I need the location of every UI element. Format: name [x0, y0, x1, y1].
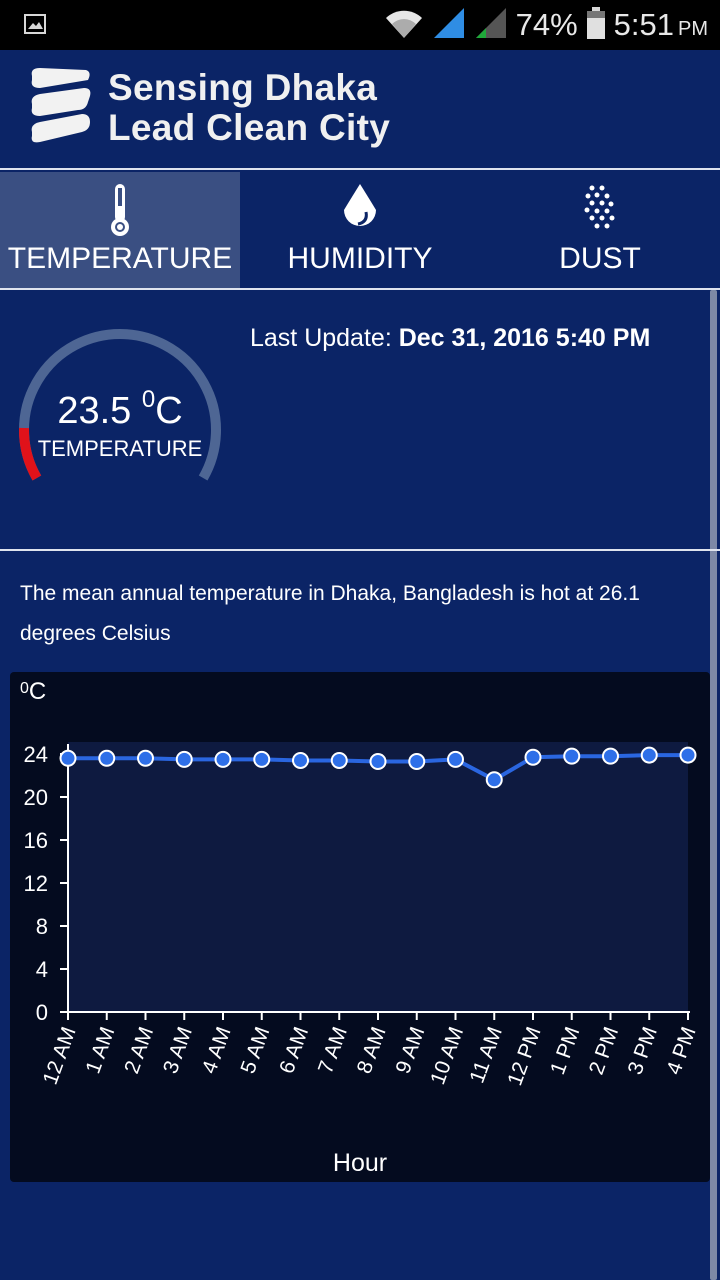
clock-time: 5:51 [613, 7, 674, 42]
x-tick-label: 2 PM [585, 1024, 623, 1078]
app-header: Sensing Dhaka Lead Clean City [0, 50, 720, 168]
x-tick-label: 4 PM [662, 1024, 700, 1078]
app-title: Sensing Dhaka Lead Clean City [108, 68, 390, 148]
tabs-divider [0, 288, 720, 290]
temperature-description: The mean annual temperature in Dhaka, Ba… [20, 582, 640, 645]
temperature-gauge: 23.5 0C TEMPERATURE [10, 320, 230, 510]
x-tick-label: 3 PM [624, 1024, 662, 1078]
tab-bar: TEMPERATURE HUMIDITY DUST [0, 170, 720, 290]
y-tick-label: 4 [36, 957, 48, 982]
tab-label: HUMIDITY [287, 242, 433, 275]
y-tick-label: 20 [24, 785, 48, 810]
last-update: Last Update: Dec 31, 2016 5:40 PM [250, 324, 650, 353]
x-tick-label: 5 AM [236, 1024, 274, 1077]
data-point [137, 749, 154, 767]
tab-label: DUST [559, 242, 641, 275]
x-tick-label: 7 AM [314, 1024, 352, 1077]
y-tick-label: 0 [36, 1000, 48, 1025]
y-tick-label: 8 [36, 914, 48, 939]
image-icon [24, 14, 46, 39]
y-unit-label: 0C [20, 678, 46, 705]
app-title-line1: Sensing Dhaka [108, 67, 378, 108]
x-tick-label: 10 AM [426, 1024, 468, 1088]
stripes-logo-icon [26, 66, 94, 159]
tab-humidity[interactable]: HUMIDITY [240, 172, 480, 288]
thermometer-icon [0, 182, 240, 238]
data-point [292, 751, 309, 769]
last-update-label: Last Update: [250, 324, 399, 352]
x-tick-label: 3 AM [159, 1024, 197, 1077]
x-tick-label: 9 AM [391, 1024, 429, 1077]
x-tick-label: 6 AM [275, 1024, 313, 1077]
data-point [253, 750, 271, 768]
scrollbar[interactable] [710, 290, 717, 1280]
section-divider [0, 549, 720, 551]
dust-icon [480, 182, 720, 232]
x-axis-label: Hour [333, 1149, 387, 1177]
x-tick-label: 1 PM [546, 1024, 584, 1078]
y-tick-label: 16 [24, 828, 48, 853]
data-point [330, 751, 348, 769]
data-point [602, 747, 619, 765]
y-tick-label: 24 [24, 742, 48, 767]
last-update-value: Dec 31, 2016 5:40 PM [398, 324, 651, 352]
data-point [524, 748, 542, 766]
data-point [369, 753, 387, 771]
data-point [485, 771, 503, 789]
x-tick-label: 4 AM [198, 1024, 236, 1077]
data-point [640, 746, 658, 764]
battery-icon [586, 6, 606, 45]
chart-svg: 0C 0 4 8 12 16 20 24 12 AM 1 AM 2 AM 3 AM 4 AM 5 AM 6 … [20, 678, 701, 1177]
x-tick-label: 12 AM [39, 1024, 81, 1088]
tab-label: TEMPERATURE [7, 242, 233, 275]
data-point [563, 747, 581, 765]
signal-icon [432, 6, 466, 45]
data-point [447, 750, 464, 768]
gauge-value: 23.5 0C [57, 386, 183, 432]
gauge-label: TEMPERATURE [37, 436, 203, 461]
signal-icon-2 [474, 6, 508, 45]
data-point [408, 753, 426, 771]
clock-ampm: PM [678, 17, 708, 40]
data-point [175, 750, 193, 768]
x-tick-label: 1 AM [81, 1024, 119, 1077]
app-title-line2: Lead Clean City [108, 107, 391, 148]
wifi-icon [384, 6, 424, 45]
x-tick-label: 8 AM [353, 1024, 391, 1077]
tab-temperature[interactable]: TEMPERATURE [0, 172, 240, 288]
data-point [98, 749, 116, 767]
tab-dust[interactable]: DUST [480, 172, 720, 288]
battery-percent: 74% [515, 7, 578, 42]
temperature-chart: 0C 0 4 8 12 16 20 24 12 AM 1 AM 2 AM 3 AM 4 AM 5 AM 6 … [10, 672, 710, 1182]
data-point [214, 750, 232, 768]
x-tick-label: 11 AM [466, 1024, 507, 1086]
plot-area [68, 742, 688, 1012]
data-point [59, 749, 77, 767]
data-point [679, 746, 697, 764]
y-tick-label: 12 [24, 871, 48, 896]
status-bar: 74% 5:51 PM [0, 0, 720, 50]
x-tick-label: 12 PM [503, 1024, 545, 1089]
x-tick-label: 2 AM [120, 1024, 158, 1077]
droplet-icon [240, 182, 480, 232]
